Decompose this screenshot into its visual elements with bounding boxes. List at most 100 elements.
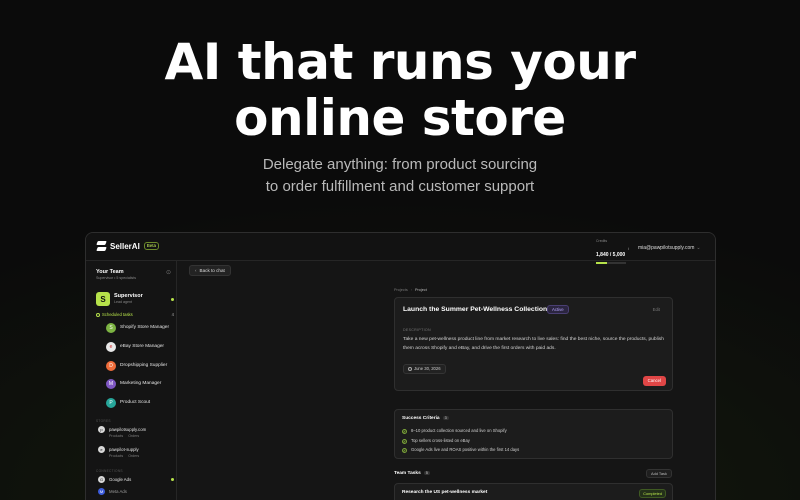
clock-icon xyxy=(96,312,100,317)
ebay-icon: e xyxy=(106,342,116,352)
team-tasks-label: Team Tasks xyxy=(394,471,421,476)
credits-meter[interactable]: Credits 1,840 / 5,000 xyxy=(596,239,626,264)
sidebar-item-marketing-manager[interactable]: M Marketing Manager xyxy=(106,379,176,391)
hero-subtitle: Delegate anything: from product sourcing… xyxy=(0,154,800,198)
scheduled-tasks-link[interactable]: Scheduled tasks 4 xyxy=(96,312,174,317)
meta-ads-icon: M xyxy=(98,488,105,495)
stores-section-label: STORES xyxy=(96,419,111,423)
supervisor-role: Lead agent xyxy=(114,300,132,304)
back-to-chat-label: Back to chat xyxy=(199,268,225,273)
cancel-project-button[interactable]: Cancel xyxy=(642,376,666,386)
store-products-link[interactable]: Products xyxy=(109,434,123,438)
marketing-icon: M xyxy=(106,379,116,389)
sidebar-item-product-scout[interactable]: P Product Scout xyxy=(106,398,176,410)
credits-value: 1,840 / 5,000 xyxy=(596,252,626,258)
product-scout-icon: P xyxy=(106,398,116,408)
connection-name: Google Ads xyxy=(109,477,132,482)
supervisor-avatar: S xyxy=(96,292,110,306)
connection-name: Meta Ads xyxy=(109,489,127,494)
app-window: SellerAI Beta Credits 1,840 / 5,000 i mi… xyxy=(85,232,716,500)
dropshipping-icon: D xyxy=(106,361,116,371)
project-card: Launch the Summer Pet-Wellness Collectio… xyxy=(394,297,673,391)
project-description: Take a new pet-wellness product line fro… xyxy=(403,337,664,351)
sidebar-item-dropshipping-supplier[interactable]: D Dropshipping Supplier xyxy=(106,361,176,373)
beta-badge: Beta xyxy=(143,242,160,250)
criteria-item: ✓ Google Ads live and ROAS positive withi… xyxy=(402,447,519,453)
hero-subtitle-line-1: Delegate anything: from product sourcing xyxy=(262,156,538,173)
team-settings-icon[interactable]: ⊙ xyxy=(166,269,171,276)
store-links: Products Orders xyxy=(109,434,144,438)
breadcrumb: Projects › Project xyxy=(394,288,427,292)
scheduled-tasks-label: Scheduled tasks xyxy=(102,312,133,317)
team-tasks-title: Team Tasks 5 xyxy=(394,471,430,476)
due-date-chip[interactable]: June 30, 2026 xyxy=(403,364,446,374)
account-menu[interactable]: mia@pawpilotsupply.com ⌄ xyxy=(638,245,701,251)
check-icon: ✓ xyxy=(402,448,407,453)
sidebar-item-ebay-store-manager[interactable]: e eBay Store Manager xyxy=(106,342,176,354)
back-to-chat-button[interactable]: ‹ Back to chat xyxy=(189,265,231,276)
connections-section-label: CONNECTIONS xyxy=(96,469,123,473)
online-status-dot xyxy=(171,298,174,301)
scheduled-tasks-count: 4 xyxy=(171,312,174,317)
store-orders-link[interactable]: Orders xyxy=(128,454,139,458)
sidebar: Your Team Supervisor • 5 specialists ⊙ S… xyxy=(86,261,177,500)
top-bar: SellerAI Beta Credits 1,840 / 5,000 i mi… xyxy=(86,233,715,264)
task-status-badge: Completed xyxy=(639,489,666,498)
criteria-text: Google Ads live and ROAS positive within… xyxy=(411,447,520,452)
hero-title-line-2: online store xyxy=(234,89,566,147)
add-task-button[interactable]: Add Task xyxy=(646,469,672,478)
criteria-item: ✓ Top sellers cross-listed on eBay xyxy=(402,438,470,444)
agent-label: eBay Store Manager xyxy=(120,344,164,349)
breadcrumb-separator-icon: › xyxy=(410,288,412,292)
agent-label: Dropshipping Supplier xyxy=(120,363,168,368)
store-name: pawpilot-supply xyxy=(109,447,139,452)
team-tasks-count: 5 xyxy=(423,471,430,475)
agent-label: Marketing Manager xyxy=(120,381,162,386)
task-card[interactable]: Research the US pet-wellness market Comp… xyxy=(394,483,673,500)
hero-title: AI that runs your online store xyxy=(0,34,800,146)
due-date: June 30, 2026 xyxy=(414,366,441,371)
description-label: DESCRIPTION xyxy=(403,328,431,332)
success-criteria-title: Success Criteria 3 xyxy=(402,416,449,421)
sidebar-item-shopify-store-manager[interactable]: S Shopify Store Manager xyxy=(106,323,176,335)
sidebar-item-supervisor[interactable]: S Supervisor Lead agent xyxy=(96,292,174,308)
success-criteria-card: Success Criteria 3 ✓ 8–10 product collecti… xyxy=(394,409,673,459)
store-icon: e xyxy=(98,446,105,453)
connected-status-dot xyxy=(171,478,174,481)
criteria-text: Top sellers cross-listed on eBay xyxy=(411,437,470,443)
logo-text: SellerAI xyxy=(110,241,140,251)
credits-info-icon[interactable]: i xyxy=(628,246,629,251)
store-icon: p xyxy=(98,426,105,433)
check-icon: ✓ xyxy=(402,429,407,434)
status-badge: Active xyxy=(547,305,569,314)
edit-button[interactable]: Edit xyxy=(653,307,660,312)
store-links: Products Orders xyxy=(109,454,144,458)
store-name: pawpilotsupply.com xyxy=(109,427,147,432)
chevron-left-icon: ‹ xyxy=(195,268,197,273)
success-criteria-count: 3 xyxy=(442,416,449,420)
hero-subtitle-line-2: to order fulfillment and customer suppor… xyxy=(265,178,535,195)
main-content: ‹ Back to chat Projects › Project Launch th… xyxy=(178,261,715,500)
logo[interactable]: SellerAI Beta xyxy=(97,241,160,251)
store-orders-link[interactable]: Orders xyxy=(128,434,139,438)
team-subtitle: Supervisor • 5 specialists xyxy=(96,276,137,280)
agent-label: Product Scout xyxy=(120,400,151,405)
project-title: Launch the Summer Pet-Wellness Collectio… xyxy=(403,306,548,313)
store-products-link[interactable]: Products xyxy=(109,454,123,458)
check-icon: ✓ xyxy=(402,438,407,444)
agent-label: Shopify Store Manager xyxy=(120,325,170,330)
google-ads-icon: G xyxy=(98,476,105,483)
task-name: Research the US pet-wellness market xyxy=(402,490,488,495)
supervisor-name: Supervisor xyxy=(114,293,143,299)
breadcrumb-current: Project xyxy=(414,288,427,292)
breadcrumb-projects[interactable]: Projects xyxy=(394,288,408,292)
calendar-icon xyxy=(408,366,412,371)
team-title: Your Team xyxy=(96,269,124,275)
shopify-icon: S xyxy=(106,323,116,333)
criteria-item: ✓ 8–10 product collection sourced and liv… xyxy=(402,428,507,434)
criteria-text: 8–10 product collection sourced and live… xyxy=(411,428,507,433)
account-email: mia@pawpilotsupply.com xyxy=(638,245,695,251)
chevron-down-icon: ⌄ xyxy=(696,245,701,251)
credits-label: Credits xyxy=(596,239,608,243)
hero-title-line-1: AI that runs your xyxy=(164,33,636,91)
